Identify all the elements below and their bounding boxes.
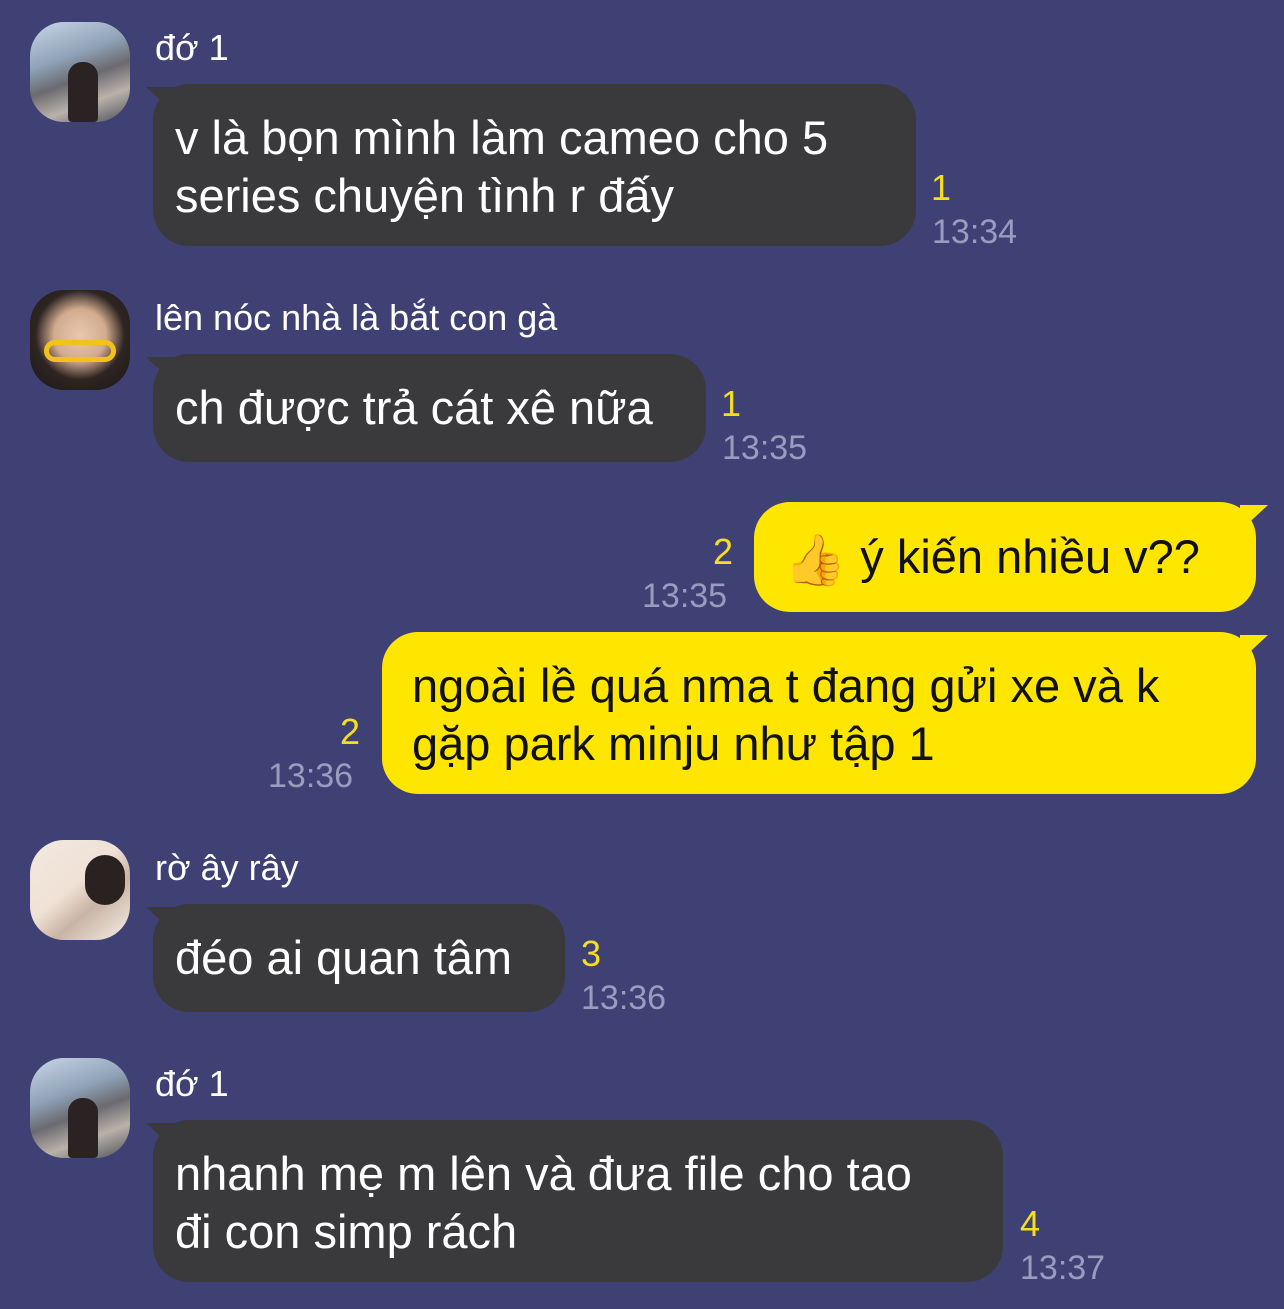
message-bubble[interactable]: ch được trả cát xê nữa <box>153 354 706 462</box>
timestamp: 13:37 <box>1020 1249 1106 1287</box>
thumbs-up-icon: 👍 <box>784 532 847 588</box>
message-bubble[interactable]: đéo ai quan tâm <box>153 904 565 1012</box>
bubble-tail <box>1240 635 1268 661</box>
unread-count: 2 <box>713 531 734 572</box>
unread-count: 1 <box>721 383 742 424</box>
message-line: đéo ai quan tâm <box>175 931 513 984</box>
message-line: ch được trả cát xê nữa <box>175 381 653 434</box>
message-line: gặp park minju như tập 1 <box>412 717 935 770</box>
message-bubble[interactable]: 👍 ý kiến nhiều v?? <box>754 502 1256 612</box>
message-line: đi con simp rách <box>175 1205 518 1258</box>
avatar[interactable] <box>30 840 130 940</box>
message-line: ý kiến nhiều v?? <box>860 530 1200 583</box>
unread-count: 2 <box>340 711 361 752</box>
unread-count: 3 <box>581 933 602 974</box>
timestamp: 13:36 <box>268 757 354 795</box>
message-bubble[interactable]: ngoài lề quá nma t đang gửi xe và k gặp … <box>382 632 1256 794</box>
timestamp: 13:34 <box>932 213 1018 251</box>
message-line: ngoài lề quá nma t đang gửi xe và k <box>412 659 1160 712</box>
message-line: series chuyện tình r đấy <box>175 169 674 222</box>
message-line: nhanh mẹ m lên và đưa file cho tao <box>175 1147 912 1200</box>
sender-name: rờ ây rây <box>155 847 299 888</box>
unread-count: 4 <box>1020 1203 1041 1244</box>
avatar-figure <box>68 1098 98 1158</box>
message-line: v là bọn mình làm cameo cho 5 <box>175 111 829 164</box>
message-bubble[interactable]: nhanh mẹ m lên và đưa file cho tao đi co… <box>153 1120 1003 1282</box>
avatar-hair <box>85 855 125 905</box>
sender-name: đớ 1 <box>155 1063 229 1104</box>
message-bubble[interactable]: v là bọn mình làm cameo cho 5 series chu… <box>153 84 916 246</box>
sender-name: lên nóc nhà là bắt con gà <box>155 297 558 338</box>
timestamp: 13:36 <box>581 979 667 1017</box>
avatar-figure <box>68 62 98 122</box>
avatar[interactable] <box>30 22 130 122</box>
timestamp: 13:35 <box>642 577 728 615</box>
avatar[interactable] <box>30 290 130 390</box>
unread-count: 1 <box>931 167 952 208</box>
bubble-tail <box>1240 505 1268 531</box>
timestamp: 13:35 <box>722 429 808 467</box>
avatar-glasses <box>44 340 116 362</box>
avatar[interactable] <box>30 1058 130 1158</box>
sender-name: đớ 1 <box>155 27 229 68</box>
